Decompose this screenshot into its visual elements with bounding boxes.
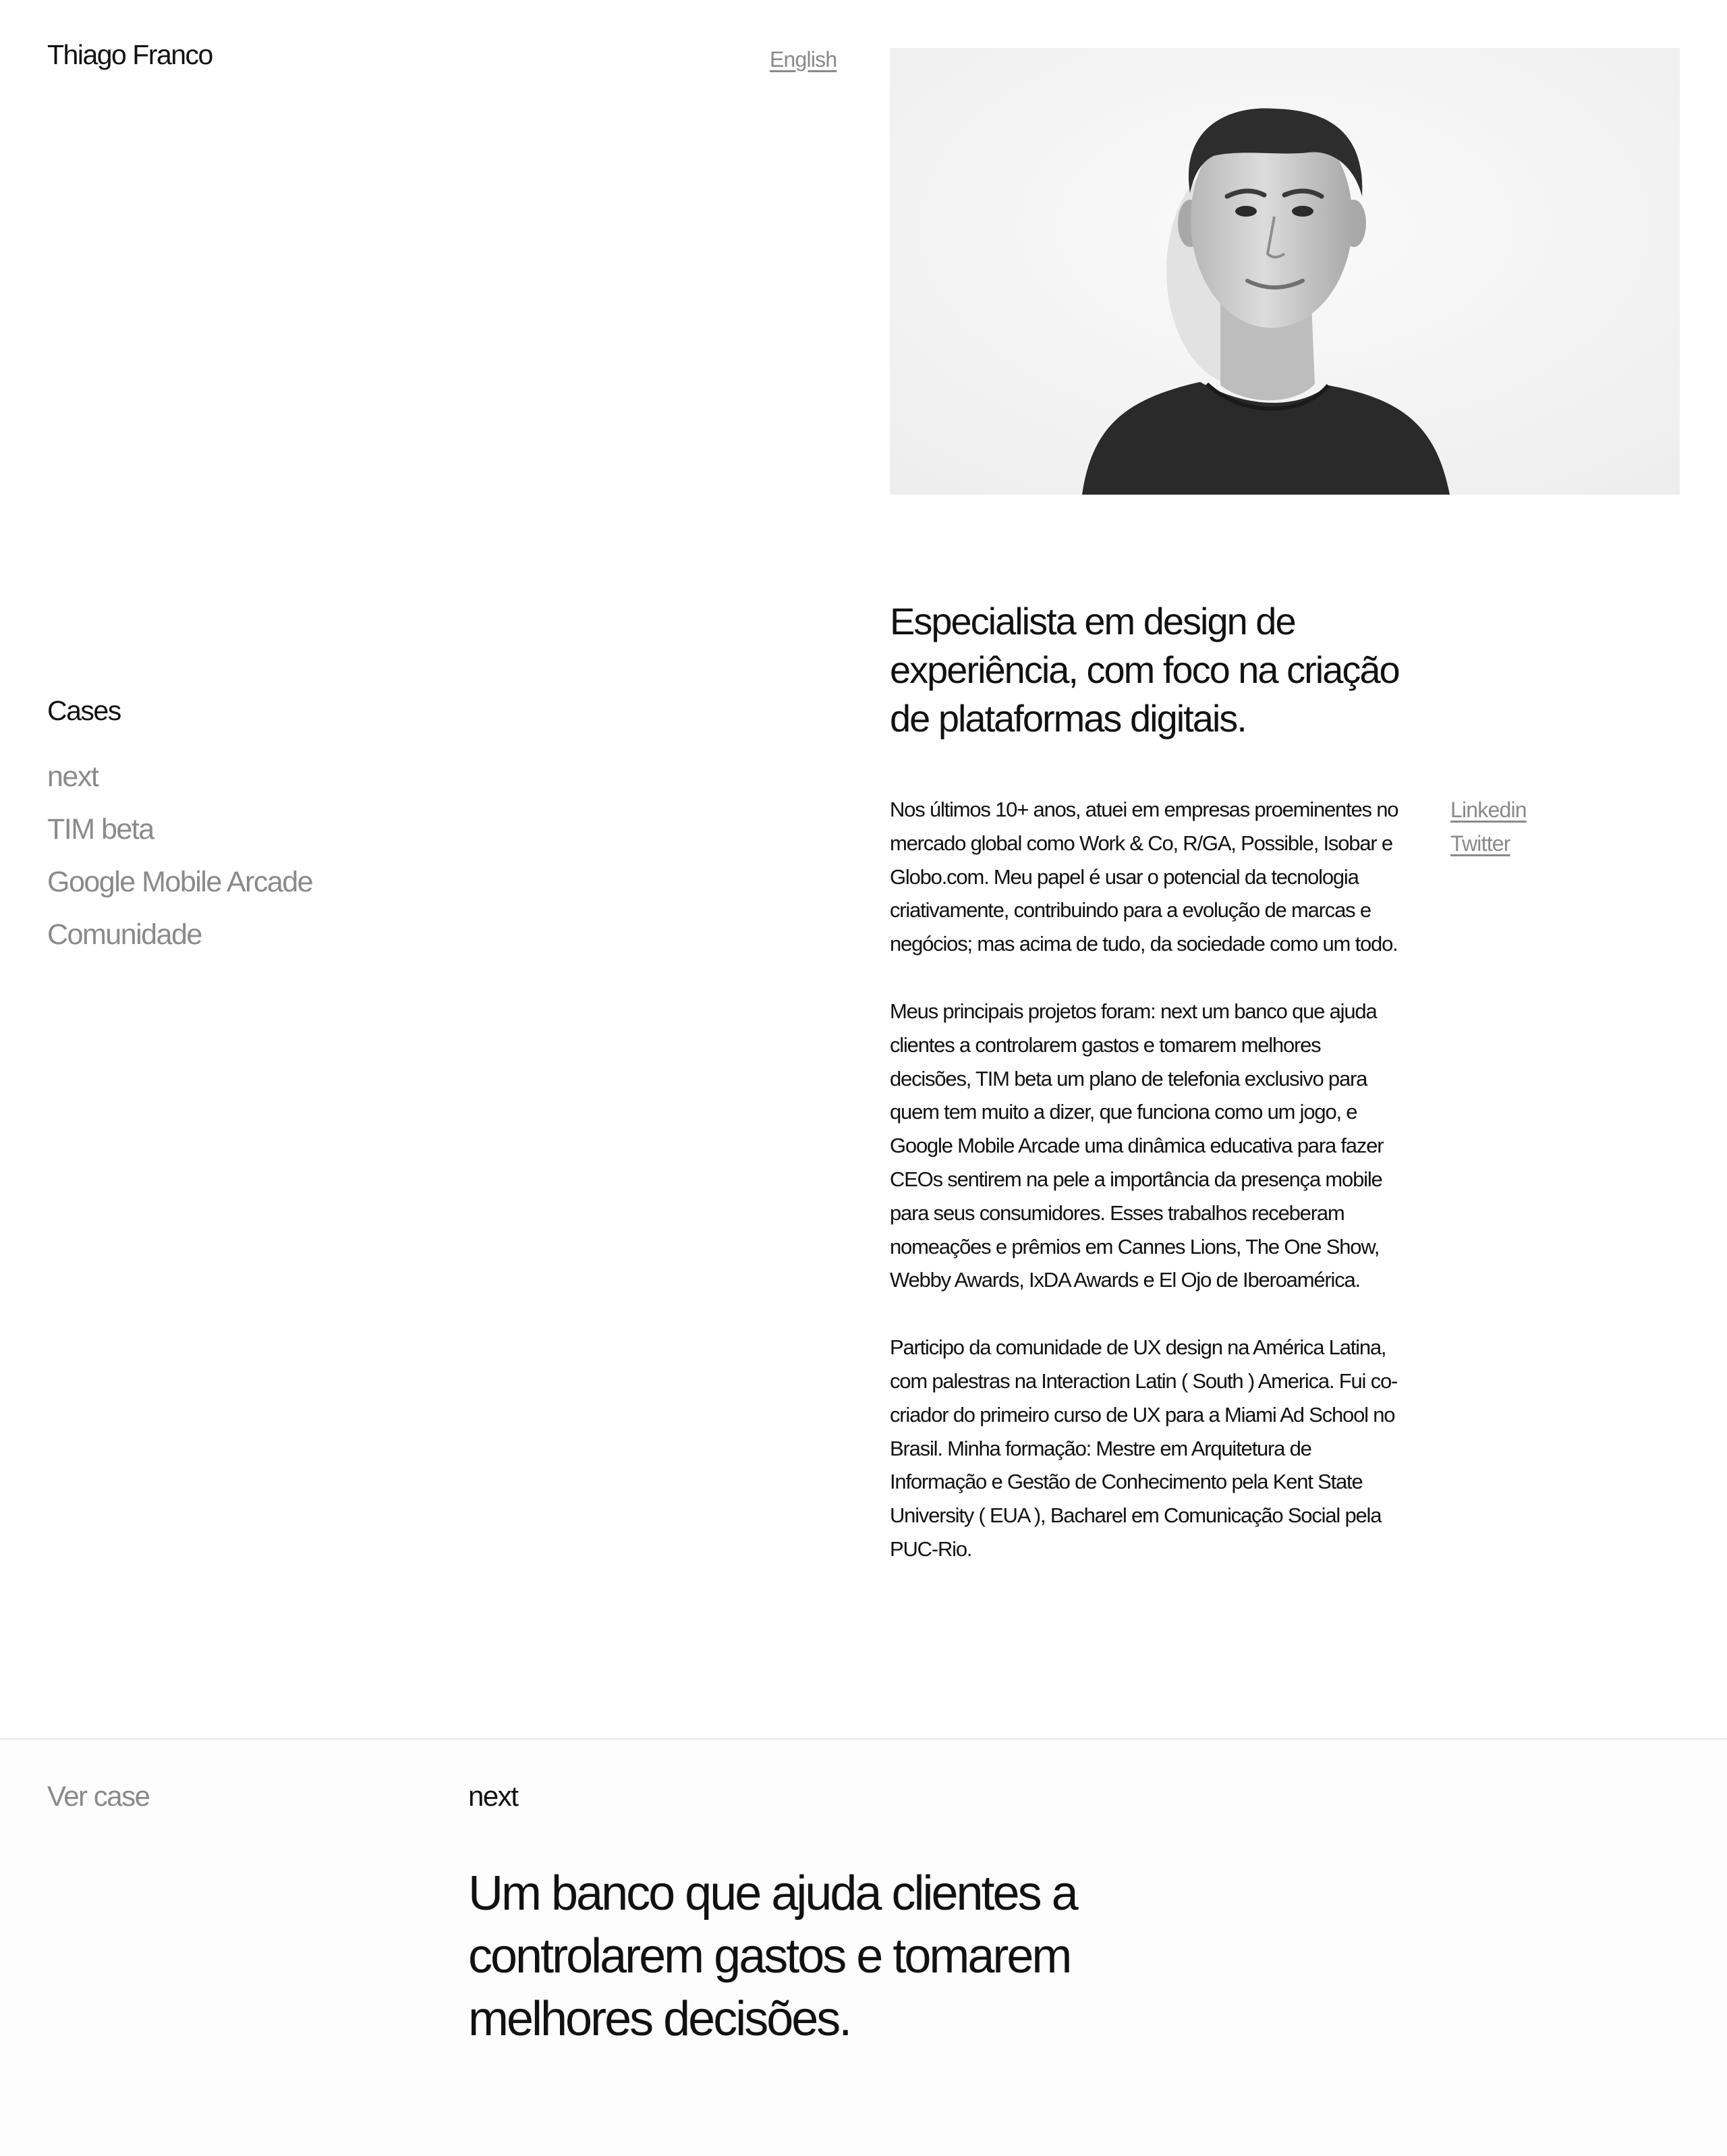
social-links: Linkedin Twitter xyxy=(1450,793,1527,860)
linkedin-link[interactable]: Linkedin xyxy=(1450,793,1527,827)
portrait-illustration xyxy=(890,48,1680,495)
cases-title: Cases xyxy=(47,695,121,726)
intro-headline: Especialista em design de experiência, c… xyxy=(890,600,1400,740)
case-link-tim-beta[interactable]: TIM beta xyxy=(47,808,312,861)
twitter-link[interactable]: Twitter xyxy=(1450,827,1527,860)
bio: Nos últimos 10+ anos, atuei em empresas … xyxy=(890,793,1403,1600)
view-case-link[interactable]: Ver case xyxy=(47,1780,150,1813)
page: Thiago Franco English Especialista em de… xyxy=(0,0,1727,2156)
bio-paragraph: Participo da comunidade de UX design na … xyxy=(890,1335,1398,1561)
cases-list: next TIM beta Google Mobile Arcade Comun… xyxy=(47,756,314,966)
case-link-google-mobile-arcade[interactable]: Google Mobile Arcade xyxy=(47,861,314,914)
portrait-photo xyxy=(890,48,1680,495)
featured-case-tagline: Um banco que ajuda clientes a controlare… xyxy=(468,1867,1079,2046)
bio-paragraph: Meus principais projetos foram: next um … xyxy=(890,999,1384,1292)
bio-paragraph: Nos últimos 10+ anos, atuei em empresas … xyxy=(890,798,1399,956)
case-link-next[interactable]: next xyxy=(47,756,312,808)
language-switch-link[interactable]: English xyxy=(770,47,837,72)
featured-case-name: next xyxy=(468,1780,519,1812)
case-link-comunidade[interactable]: Comunidade xyxy=(47,914,312,966)
site-name[interactable]: Thiago Franco xyxy=(47,39,213,71)
